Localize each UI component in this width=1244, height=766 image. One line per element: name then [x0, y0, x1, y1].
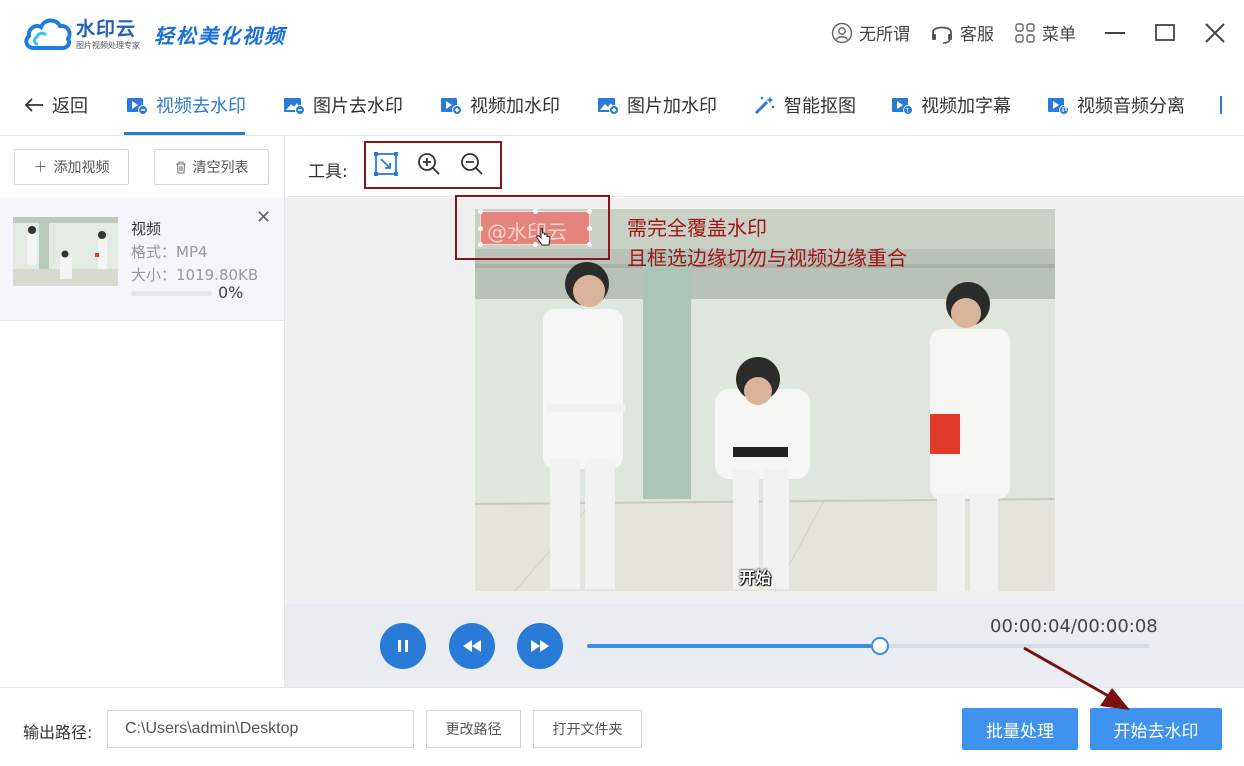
- file-progress-text: 0%: [218, 283, 244, 302]
- file-list-item[interactable]: 视频 格式：MP4 大小：1019.80KB 0% ✕: [0, 197, 284, 321]
- clear-list-label: 清空列表: [192, 160, 249, 176]
- service-label: 客服: [960, 25, 994, 45]
- add-video-button[interactable]: ＋ 添加视频: [14, 149, 129, 185]
- account-button[interactable]: 无所谓: [831, 20, 910, 45]
- watermark-annotation-box: [455, 195, 610, 260]
- playback-time: 00:00:04/00:00:08: [990, 616, 1158, 637]
- close-icon: [1205, 22, 1225, 43]
- maximize-icon: [1155, 23, 1175, 41]
- open-folder-button[interactable]: 打开文件夹: [533, 710, 642, 748]
- output-path-label: 输出路径:: [23, 723, 93, 742]
- zoom-out-button[interactable]: [460, 152, 484, 180]
- menu-label: 菜单: [1042, 25, 1076, 45]
- grid-menu-icon: [1015, 22, 1035, 43]
- window-controls: 无所谓 客服 菜单: [811, 20, 1226, 45]
- brand-subtitle: 图片视频处理专家: [76, 40, 140, 50]
- tab-label: 图片去水印: [313, 96, 403, 117]
- plus-icon: ＋: [33, 160, 48, 176]
- tab-video-audio-separate[interactable]: 视频音频分离: [1047, 92, 1185, 118]
- minimize-button[interactable]: [1104, 22, 1126, 44]
- close-button[interactable]: [1204, 22, 1226, 44]
- tool-label: 工具:: [308, 162, 348, 182]
- brand: 水印云 图片视频处理专家: [76, 18, 140, 51]
- file-format: 格式：MP4: [131, 243, 208, 261]
- batch-process-button[interactable]: 批量处理: [962, 708, 1078, 750]
- tab-label: 图片加水印: [627, 96, 717, 117]
- brand-name: 水印云: [76, 17, 137, 40]
- menu-button[interactable]: 菜单: [1014, 20, 1076, 45]
- tab-video-add-watermark[interactable]: 视频加水印: [440, 92, 560, 118]
- image-add-icon: [598, 98, 619, 115]
- file-list-panel: ＋ 添加视频 清空列表 视频 格式：MP4 大小：1019.80KB 0% ✕: [0, 137, 285, 687]
- tab-label: 视频音频分离: [1077, 96, 1185, 117]
- fast-forward-button[interactable]: [517, 623, 563, 669]
- back-button[interactable]: 返回: [24, 92, 88, 118]
- video-subtitle: 开始: [739, 568, 772, 587]
- annotation-line: 且框选边缘切勿与视频边缘重合: [627, 246, 907, 270]
- player-controls: 00:00:04/00:00:08: [285, 604, 1244, 687]
- pause-icon: [398, 640, 408, 652]
- nav-scroll-indicator: [1220, 96, 1222, 114]
- tab-label: 视频去水印: [156, 96, 246, 117]
- output-bar: 输出路径: 更改路径 打开文件夹 批量处理 开始去水印: [0, 687, 1244, 766]
- annotation-text: 需完全覆盖水印 且框选边缘切勿与视频边缘重合: [627, 213, 907, 273]
- active-tab-indicator: [124, 132, 245, 135]
- add-video-label: 添加视频: [53, 160, 110, 176]
- audio-separate-icon: [1048, 98, 1069, 115]
- clear-list-button[interactable]: 清空列表: [154, 149, 269, 185]
- tab-image-add-watermark[interactable]: 图片加水印: [597, 92, 717, 118]
- annotation-line: 需完全覆盖水印: [627, 216, 767, 240]
- rewind-button[interactable]: [449, 623, 495, 669]
- file-progress-bar: [131, 291, 212, 296]
- pause-button[interactable]: [380, 623, 426, 669]
- cloud-logo-icon: [24, 18, 72, 50]
- start-remove-watermark-button[interactable]: 开始去水印: [1090, 708, 1222, 750]
- seek-handle[interactable]: [870, 637, 889, 655]
- magic-wand-icon: [754, 96, 775, 115]
- slogan: 轻松美化视频: [154, 24, 286, 48]
- tool-bar: 工具:: [285, 137, 1244, 197]
- zoom-out-icon: [461, 153, 483, 175]
- user-icon: [831, 22, 853, 43]
- video-icon: [127, 98, 148, 115]
- app-window: 水印云 图片视频处理专家 轻松美化视频 无所谓 客服 菜单 返回 视频去水印 图…: [0, 0, 1244, 766]
- tab-video-remove-watermark[interactable]: 视频去水印: [126, 92, 246, 118]
- feature-nav: 返回 视频去水印 图片去水印 视频加水印 图片加水印 智能抠图 T 视频加字幕 …: [0, 72, 1244, 136]
- tab-video-add-subtitles[interactable]: T 视频加字幕: [891, 92, 1011, 118]
- video-add-icon: [441, 98, 462, 115]
- app-logo: 水印云 图片视频处理专家: [22, 14, 140, 54]
- tab-image-remove-watermark[interactable]: 图片去水印: [283, 92, 403, 118]
- svg-text:T: T: [905, 108, 910, 115]
- remove-file-button[interactable]: ✕: [256, 207, 271, 228]
- select-area-tool-button[interactable]: [374, 152, 398, 180]
- video-thumbnail: [13, 217, 118, 286]
- customer-service-button[interactable]: 客服: [930, 20, 994, 45]
- fast-forward-icon: [531, 640, 549, 652]
- zoom-in-button[interactable]: [417, 152, 441, 180]
- maximize-button[interactable]: [1154, 22, 1176, 44]
- tab-label: 视频加字幕: [921, 96, 1011, 117]
- file-size: 大小：1019.80KB: [131, 266, 259, 284]
- tab-label: 智能抠图: [784, 96, 856, 117]
- tab-label: 视频加水印: [470, 96, 560, 117]
- image-icon: [284, 98, 305, 115]
- zoom-in-icon: [418, 153, 440, 175]
- account-label: 无所谓: [859, 25, 910, 45]
- seek-bar[interactable]: [587, 637, 1150, 655]
- change-path-button[interactable]: 更改路径: [426, 710, 521, 748]
- back-label: 返回: [52, 96, 88, 117]
- headset-icon: [932, 26, 952, 44]
- arrow-left-icon: [24, 98, 43, 112]
- file-name: 视频: [131, 220, 162, 238]
- rewind-icon: [463, 640, 481, 652]
- title-bar: 水印云 图片视频处理专家 轻松美化视频 无所谓 客服 菜单: [0, 0, 1244, 72]
- tab-smart-cutout[interactable]: 智能抠图: [754, 92, 856, 118]
- seek-bar-progress: [587, 644, 880, 648]
- subtitle-icon: T: [892, 98, 913, 115]
- output-path-input[interactable]: [107, 710, 414, 748]
- select-area-icon: [374, 152, 398, 176]
- trash-icon: [175, 160, 186, 174]
- minimize-icon: [1105, 31, 1125, 34]
